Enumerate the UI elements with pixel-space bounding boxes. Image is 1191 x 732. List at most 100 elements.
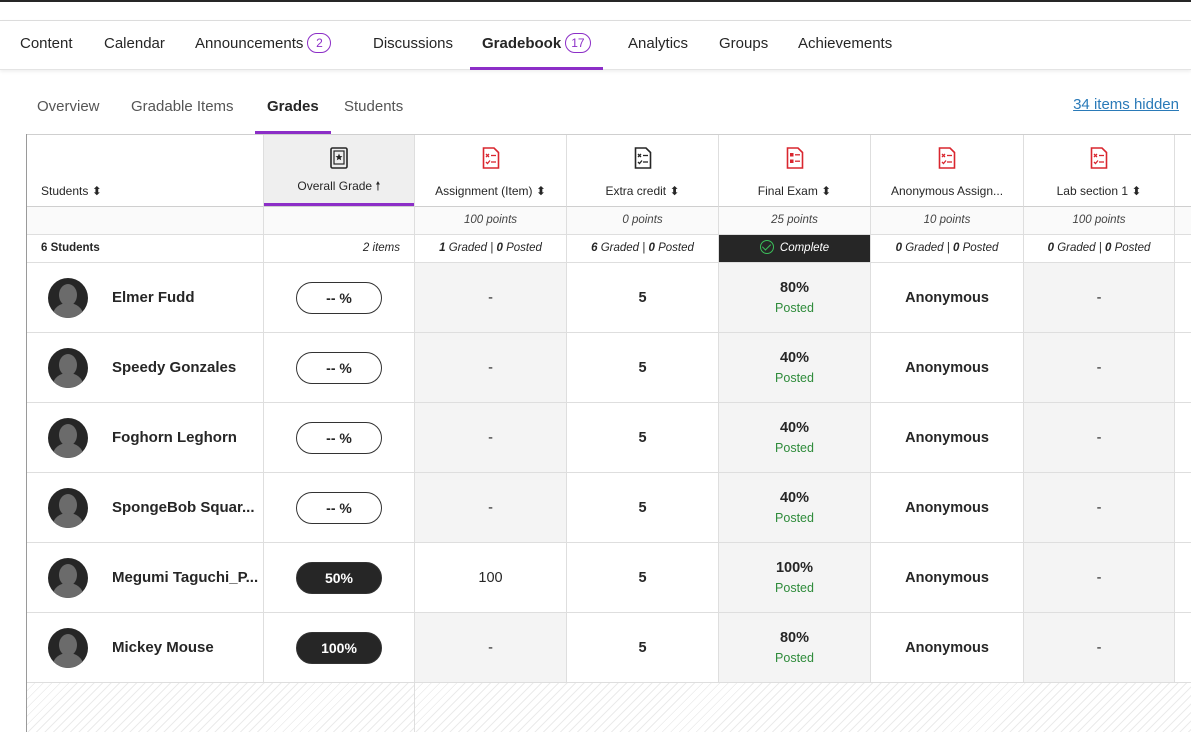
avatar [48,277,88,318]
overflow-cell [1175,403,1191,473]
exam-icon [786,147,803,169]
student-cell[interactable]: Speedy Gonzales [27,333,264,403]
posted-count: 0 [648,242,655,254]
grade-cell[interactable]: - [1024,543,1175,613]
grade-cell[interactable]: - [415,333,567,403]
student-cell[interactable]: Foghorn Leghorn [27,403,264,473]
graded-count: 0 [1047,242,1055,254]
student-cell[interactable]: SpongeBob Squar... [27,473,264,543]
grade-cell[interactable]: Anonymous [871,543,1024,613]
grade-cell[interactable]: 100% Posted [719,543,871,613]
tab-content[interactable]: Content [20,21,73,70]
grade-cell[interactable]: Anonymous [871,333,1024,403]
column-header-anonymous-assignment[interactable]: Anonymous Assign... [871,135,1024,207]
column-header-lab-section-1[interactable]: Lab section 1 ⬍ [1024,135,1175,207]
column-header-final-exam[interactable]: Final Exam ⬍ [719,135,871,207]
column-header-overall-grade[interactable]: Overall Grade 🠕 [264,135,415,207]
column-header-assignment[interactable]: Assignment (Item) ⬍ [415,135,567,207]
overall-grade-cell[interactable]: 50% [264,543,415,613]
points-cell: 25 points [719,207,871,235]
student-name: Foghorn Leghorn [112,429,237,446]
subtab-overview[interactable]: Overview [37,90,100,134]
posted-status: Posted [775,650,814,665]
grade-cell[interactable]: 100 [415,543,567,613]
graded-count: 6 [591,242,598,254]
grade-cell[interactable]: - [415,263,567,333]
column-header-students[interactable]: Students ⬍ [27,135,264,207]
avatar [48,627,88,668]
posted-label: Posted [506,242,542,254]
tab-achievements[interactable]: Achievements [798,21,892,70]
grade-cell[interactable]: 5 [567,403,719,473]
hidden-items-link[interactable]: 34 items hidden [1073,96,1179,113]
subtab-students[interactable]: Students [344,90,403,134]
grade-cell[interactable]: 80% Posted [719,263,871,333]
tab-analytics[interactable]: Analytics [628,21,688,70]
announcements-count-badge: 2 [307,33,332,53]
grade-cell[interactable]: - [415,613,567,683]
course-nav: Content Calendar Announcements 2 Discussi… [0,20,1191,70]
grade-cell[interactable]: - [1024,613,1175,683]
header-label: Extra credit ⬍ [605,184,680,198]
overall-grade-cell[interactable]: -- % [264,473,415,543]
grade-cell[interactable]: - [1024,403,1175,473]
overall-grade-pill: -- % [296,421,382,454]
header-label: Overall Grade 🠕 [297,179,381,193]
graded-label: Graded [600,242,640,254]
final-exam-status: Complete [719,235,871,263]
grade-cell[interactable]: Anonymous [871,403,1024,473]
grade-cell[interactable]: - [1024,263,1175,333]
grade-cell[interactable]: 5 [567,333,719,403]
grade-value: 80% [779,279,809,296]
student-name: Mickey Mouse [112,639,214,656]
tab-label: Announcements [195,35,304,52]
overall-grade-cell[interactable]: -- % [264,333,415,403]
grade-cell[interactable]: 40% Posted [719,403,871,473]
grade-cell[interactable]: - [1024,333,1175,403]
lab-status: 0 Graded | 0 Posted [1024,235,1175,263]
posted-status: Posted [775,370,814,385]
points-cell: 10 points [871,207,1024,235]
tab-announcements[interactable]: Announcements 2 [195,21,332,70]
grade-cell[interactable]: 80% Posted [719,613,871,683]
grade-cell[interactable]: - [1024,473,1175,543]
grade-cell[interactable]: 40% Posted [719,473,871,543]
posted-count: 0 [952,242,960,254]
grade-cell[interactable]: - [415,403,567,473]
tab-gradebook[interactable]: Gradebook 17 [470,21,603,70]
student-cell[interactable]: Megumi Taguchi_P... [27,543,264,613]
posted-count: 0 [1104,242,1112,254]
overflow-cell [1175,613,1191,683]
grade-cell[interactable]: 5 [567,473,719,543]
student-cell[interactable]: Mickey Mouse [27,613,264,683]
avatar [48,417,88,458]
grade-cell[interactable]: Anonymous [871,613,1024,683]
subtab-gradable-items[interactable]: Gradable Items [131,90,234,134]
column-header-extra-credit[interactable]: Extra credit ⬍ [567,135,719,207]
avatar [48,557,88,598]
grade-cell[interactable]: 5 [567,613,719,683]
grade-cell[interactable]: - [415,473,567,543]
points-cell: 100 points [1024,207,1175,235]
overall-grade-cell[interactable]: -- % [264,263,415,333]
overall-grade-cell[interactable]: -- % [264,403,415,473]
graded-label: Graded [905,242,944,254]
graded-label: Graded [448,242,488,254]
grade-cell[interactable]: 5 [567,263,719,333]
avatar [48,347,88,388]
overall-grade-cell[interactable]: 100% [264,613,415,683]
grade-cell[interactable]: Anonymous [871,473,1024,543]
subtab-grades[interactable]: Grades [255,90,331,134]
overall-items-count: 2 items [264,235,415,263]
student-cell[interactable]: Elmer Fudd [27,263,264,333]
tab-calendar[interactable]: Calendar [104,21,165,70]
points-cell [264,207,415,235]
grade-value: 40% [779,349,809,366]
grade-cell[interactable]: 40% Posted [719,333,871,403]
grade-cell[interactable]: Anonymous [871,263,1024,333]
assignment-status: 1 Graded | 0 Posted [415,235,567,263]
tab-discussions[interactable]: Discussions [373,21,453,70]
grade-cell[interactable]: 5 [567,543,719,613]
overall-grade-pill: -- % [296,351,382,384]
tab-groups[interactable]: Groups [719,21,768,70]
